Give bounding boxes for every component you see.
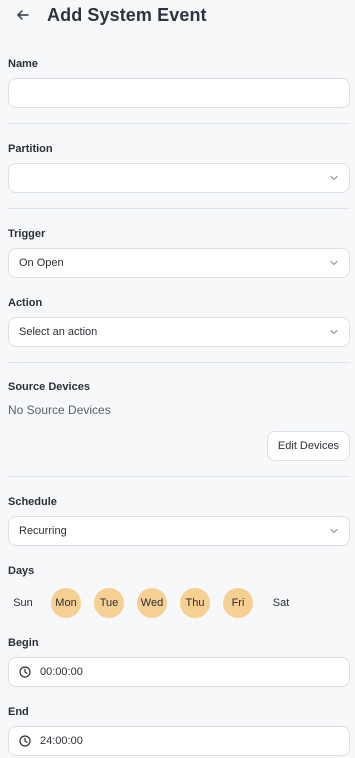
chevron-down-icon [330, 329, 338, 335]
end-time-value: 24:00:00 [40, 735, 83, 747]
divider [8, 476, 350, 477]
end-time-input[interactable]: 24:00:00 [8, 726, 350, 756]
day-toggle-fri[interactable]: Fri [223, 588, 253, 618]
clock-icon [19, 666, 31, 678]
schedule-label: Schedule [8, 496, 57, 508]
name-input[interactable] [8, 78, 350, 108]
action-label: Action [8, 297, 43, 309]
days-selector: Sun Mon Tue Wed Thu Fri Sat [8, 588, 308, 618]
schedule-value: Recurring [19, 525, 67, 537]
trigger-label: Trigger [8, 228, 46, 240]
chevron-down-icon [330, 528, 338, 534]
day-toggle-sun[interactable]: Sun [8, 588, 38, 618]
action-value: Select an action [19, 326, 98, 338]
chevron-down-icon [330, 260, 338, 266]
divider [8, 123, 350, 124]
partition-label: Partition [8, 143, 53, 155]
name-label: Name [8, 58, 38, 70]
begin-time-input[interactable]: 00:00:00 [8, 657, 350, 687]
begin-time-value: 00:00:00 [40, 666, 83, 678]
trigger-select[interactable]: On Open [8, 248, 350, 278]
back-button[interactable] [14, 6, 32, 24]
edit-devices-button[interactable]: Edit Devices [267, 431, 350, 461]
day-toggle-tue[interactable]: Tue [94, 588, 124, 618]
divider [8, 208, 350, 209]
day-toggle-thu[interactable]: Thu [180, 588, 210, 618]
partition-select[interactable] [8, 163, 350, 193]
source-devices-empty-text: No Source Devices [8, 403, 111, 417]
day-toggle-mon[interactable]: Mon [51, 588, 81, 618]
trigger-value: On Open [19, 257, 64, 269]
end-label: End [8, 706, 29, 718]
days-label: Days [8, 565, 35, 577]
day-toggle-wed[interactable]: Wed [137, 588, 167, 618]
chevron-down-icon [330, 175, 338, 181]
action-select[interactable]: Select an action [8, 317, 350, 347]
source-devices-label: Source Devices [8, 381, 90, 393]
page-header: Add System Event [0, 0, 355, 32]
schedule-select[interactable]: Recurring [8, 516, 350, 546]
arrow-left-icon [17, 10, 29, 20]
page-title: Add System Event [47, 5, 207, 25]
clock-icon [19, 735, 31, 747]
day-toggle-sat[interactable]: Sat [266, 588, 296, 618]
begin-label: Begin [8, 637, 39, 649]
divider [8, 362, 350, 363]
